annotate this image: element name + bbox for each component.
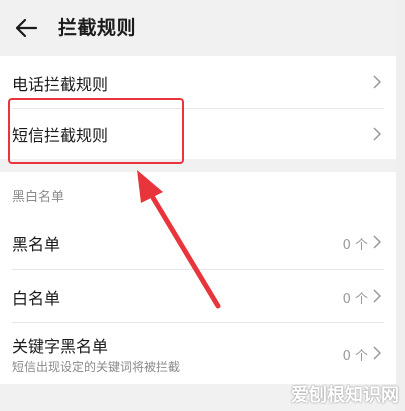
blacklist-count: 0 个 [342,238,368,253]
whitelist-item[interactable]: 白名单 0 个 [0,270,396,322]
section-title: 黑白名单 [12,190,65,205]
blacklist-label: 黑名单 [12,235,61,254]
chevron-right-icon [373,75,382,89]
chevron-right-icon [373,127,382,141]
whitelist-count: 0 个 [342,292,368,307]
phone-intercept-rules-label: 电话拦截规则 [12,75,109,94]
back-arrow-icon[interactable] [10,12,42,44]
keyword-blacklist-item[interactable]: 关键字黑名单 短信出现设定的关键词将被拦截 0 个 [0,323,396,384]
right-edge [396,0,405,411]
chevron-right-icon [373,235,382,249]
highlight-box [8,98,184,164]
page-title: 拦截规则 [58,17,137,39]
keyword-blacklist-count: 0 个 [342,349,368,364]
blacklist-item[interactable]: 黑名单 0 个 [0,216,396,268]
watermark: 爱刨根知识网 [291,385,399,406]
chevron-right-icon [373,289,382,303]
whitelist-label: 白名单 [12,289,61,308]
blacklist-whitelist-card: 黑白名单 黑名单 0 个 白名单 0 个 关键字黑名单 短信出现设定的关键词将被… [0,172,396,384]
top-bar: 拦截规则 [0,0,405,56]
keyword-blacklist-label: 关键字黑名单 [12,337,109,356]
keyword-blacklist-description: 短信出现设定的关键词将被拦截 [12,360,181,374]
chevron-right-icon [373,346,382,360]
